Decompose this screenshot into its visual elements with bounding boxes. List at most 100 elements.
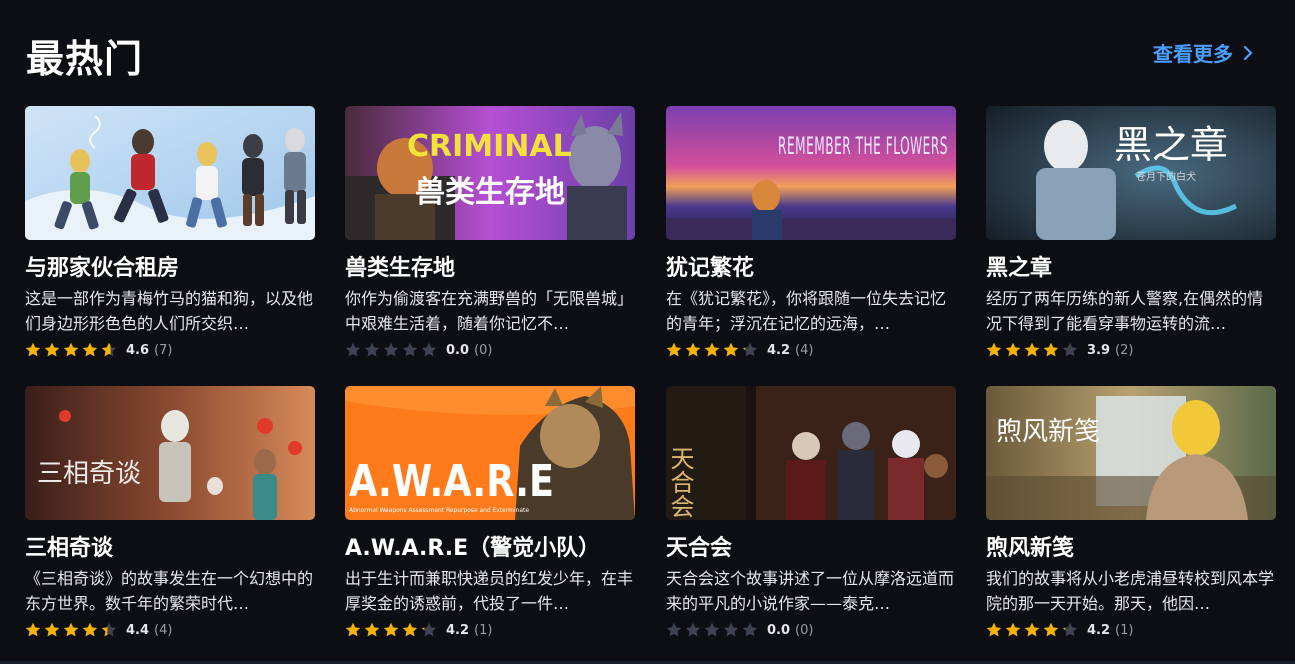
star-empty-icon [704,622,720,637]
rating-count: (1) [474,622,493,638]
star-filled-icon [1024,622,1040,637]
star-filled-icon [1043,622,1059,637]
rating-count: (4) [154,622,173,638]
game-description: 我们的故事将从小老虎浦昼转校到风本学院的那一天开始。那天，他因… [986,569,1275,613]
star-filled-icon [44,622,60,637]
cover-title-text: 天合会 [666,446,694,518]
rating-row: 4.2 (4) [666,340,956,360]
game-card[interactable]: 三相奇谈 三相奇谈 《三相奇谈》的故事发生在一个幻想中的东方世界。数千年的繁荣时… [25,386,315,640]
cover-logo-text: CRIMINAL [407,129,572,164]
cover-title-text: A.W.A.R.E [349,456,554,507]
star-filled-icon [685,342,701,357]
star-filled-icon [25,622,41,637]
rating-score: 4.2 [1087,622,1111,638]
cover-title-text: 兽类生存地 [415,175,565,210]
star-empty-icon [402,342,418,357]
game-title: 兽类生存地 [345,256,456,281]
star-rating [25,342,117,358]
rating-score: 0.0 [446,342,470,358]
game-card[interactable]: REMEMBER THE FLOWERS 犹记繁花 在《犹记繁花》，你将跟随一位… [666,106,956,360]
game-card[interactable]: CRIMINAL 兽类生存地 兽类生存地 你作为偷渡客在充满野兽的「无限兽城」中… [345,106,635,360]
star-rating [25,622,117,638]
star-rating [666,342,758,358]
star-rating [986,342,1078,358]
game-cover: 黑之章 苍月下的白犬 [986,106,1276,240]
rating-score: 4.2 [446,622,470,638]
star-empty-icon [383,342,399,357]
section-title: 最热门 [26,37,144,81]
cover-subtitle-text: 苍月下的白犬 [1136,170,1196,183]
rating-count: (4) [795,342,814,358]
star-filled-icon [63,622,79,637]
game-title: 黑之章 [986,256,1053,281]
game-card[interactable]: 与那家伙合租房 这是一部作为青梅竹马的猫和狗，以及他们身边形形色色的人们所交织…… [25,106,315,360]
rating-score: 4.4 [126,622,150,638]
cover-title-text: REMEMBER THE FLOWERS [778,132,948,160]
star-filled-icon [704,342,720,357]
rating-row: 4.2 (1) [345,620,635,640]
rating-score: 4.2 [767,342,791,358]
cover-title-text: 三相奇谈 [37,459,141,489]
game-card[interactable]: 天合会 天合会 天合会这个故事讲述了一位从摩洛远道而来的平凡的小说作家——泰克…… [666,386,956,640]
rating-score: 3.9 [1087,342,1111,358]
rating-score: 4.6 [126,342,150,358]
star-empty-icon [364,342,380,357]
cover-title-text: 煦风新笺 [996,417,1100,447]
game-description: 《三相奇谈》的故事发生在一个幻想中的东方世界。数千年的繁荣时代… [25,569,314,613]
star-filled-icon [63,342,79,357]
game-card[interactable]: 黑之章 苍月下的白犬 黑之章 经历了两年历练的新人警察,在偶然的情况下得到了能看… [986,106,1276,360]
star-filled-icon [25,342,41,357]
rating-row: 4.4 (4) [25,620,315,640]
game-card[interactable]: 煦风新笺 煦风新笺 我们的故事将从小老虎浦昼转校到风本学院的那一天开始。那天，他… [986,386,1276,640]
star-filled-icon [1005,622,1021,637]
rating-row: 0.0 (0) [345,340,635,360]
star-filled-icon [82,342,98,357]
game-description: 这是一部作为青梅竹马的猫和狗，以及他们身边形形色色的人们所交织… [25,289,314,333]
star-half-icon [1062,622,1078,637]
star-half-icon [101,622,117,637]
game-description: 经历了两年历练的新人警察,在偶然的情况下得到了能看穿事物运转的流… [986,289,1264,333]
game-title: 犹记繁花 [666,256,755,281]
star-half-icon [1043,342,1059,357]
star-filled-icon [44,342,60,357]
game-cover: CRIMINAL 兽类生存地 [345,106,635,240]
star-filled-icon [986,342,1002,357]
star-empty-icon [742,622,758,637]
game-description: 出于生计而兼职快递员的红发少年，在丰厚奖金的诱惑前，代投了一件… [345,569,634,613]
game-card[interactable]: A.W.A.R.E Abnormal Weapons Assessment Re… [345,386,635,640]
game-title: A.W.A.R.E（警觉小队） [345,536,601,561]
star-filled-icon [666,342,682,357]
star-half-icon [742,342,758,357]
star-empty-icon [345,342,361,357]
game-cover: 煦风新笺 [986,386,1276,520]
rating-row: 4.6 (7) [25,340,315,360]
rating-row: 3.9 (2) [986,340,1276,360]
chevron-right-icon [1243,45,1253,60]
game-cover: REMEMBER THE FLOWERS [666,106,956,240]
star-half-icon [421,622,437,637]
star-filled-icon [345,622,361,637]
star-rating [345,622,437,638]
cover-subtitle-text: Abnormal Weapons Assessment Repurpose an… [349,507,529,514]
star-filled-icon [402,622,418,637]
star-empty-icon [685,622,701,637]
star-rating [345,342,437,358]
rating-row: 4.2 (1) [986,620,1276,640]
star-filled-icon [1005,342,1021,357]
view-more-link[interactable]: 查看更多 [1153,38,1253,67]
rating-row: 0.0 (0) [666,620,956,640]
star-rating [986,622,1078,638]
rating-count: (2) [1115,342,1134,358]
game-description: 天合会这个故事讲述了一位从摩洛远道而来的平凡的小说作家——泰克… [666,569,955,613]
rating-count: (7) [154,342,173,358]
star-empty-icon [666,622,682,637]
game-title: 三相奇谈 [25,536,114,561]
rating-count: (1) [1115,622,1134,638]
game-cover: 天合会 [666,386,956,520]
game-title: 煦风新笺 [986,536,1075,561]
cover-title-text: 黑之章 [1114,123,1228,167]
rating-count: (0) [474,342,493,358]
star-filled-icon [986,622,1002,637]
star-empty-icon [421,342,437,357]
rating-count: (0) [795,622,814,638]
